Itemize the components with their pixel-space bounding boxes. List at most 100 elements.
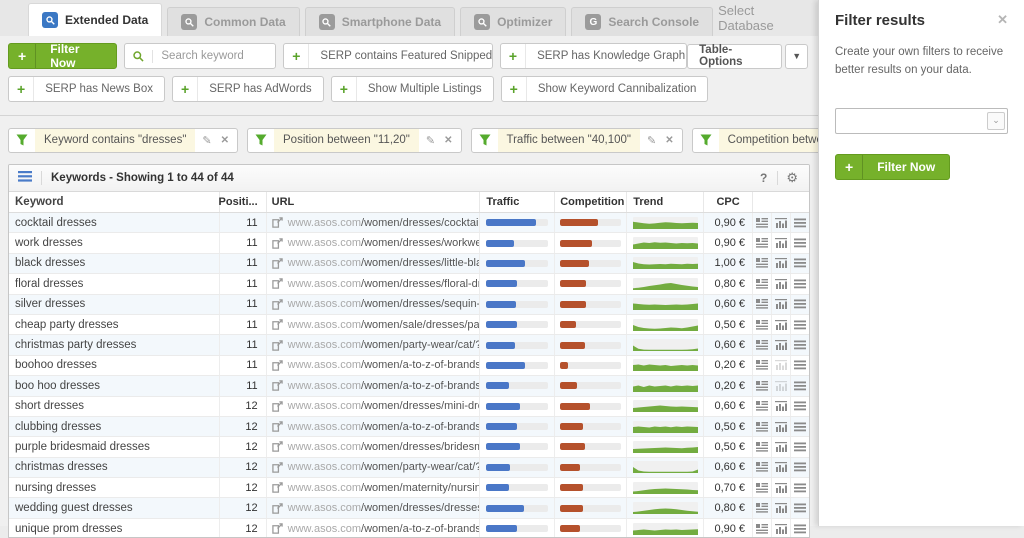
edit-filter-icon[interactable]: ✎	[419, 134, 442, 147]
table-row[interactable]: unique prom dresses 12 www.asos.com/wome…	[9, 518, 809, 537]
serp-preview-button[interactable]	[752, 294, 771, 314]
url-cell[interactable]: www.asos.com/women/a-to-z-of-brands/booh…	[265, 355, 479, 376]
history-chart-button[interactable]	[771, 478, 790, 498]
history-chart-button[interactable]	[771, 355, 790, 376]
show-multiple-listings-button[interactable]: + Show Multiple Listings	[330, 76, 494, 102]
history-chart-button[interactable]	[771, 233, 790, 253]
tab-extended-data[interactable]: Extended Data	[28, 3, 163, 36]
filter-chip[interactable]: Keyword contains "dresses" ✎ ✕	[8, 127, 239, 153]
url-cell[interactable]: www.asos.com/women/dresses/bridesmaid-dr…	[265, 437, 479, 457]
list-icon[interactable]	[18, 169, 32, 187]
row-menu-button[interactable]	[790, 437, 809, 457]
row-menu-button[interactable]	[790, 335, 809, 355]
table-row[interactable]: christmas party dresses 11 www.asos.com /…	[9, 335, 809, 356]
table-row[interactable]: floral dresses 11 www.asos.com/women/dre…	[9, 274, 809, 295]
row-menu-button[interactable]	[790, 518, 809, 537]
url-cell[interactable]: www.asos.com/women/party-wear/cat/?cid=1…	[265, 457, 479, 478]
serp-knowledge-graph-button[interactable]: + SERP has Knowledge Graph	[499, 43, 688, 69]
edit-filter-icon[interactable]: ✎	[195, 134, 218, 147]
url-cell[interactable]: www.asos.com/women/maternity/nursing/cat…	[265, 478, 479, 498]
url-cell[interactable]: www.asos.com/women/a-to-z-of-brands/booh…	[265, 376, 479, 396]
serp-preview-button[interactable]	[752, 457, 771, 478]
col-header-traffic[interactable]: Traffic	[479, 192, 554, 212]
tab-search-console[interactable]: G Search Console	[571, 7, 714, 36]
row-menu-button[interactable]	[790, 274, 809, 294]
edit-filter-icon[interactable]: ✎	[640, 134, 663, 147]
serp-featured-snippet-button[interactable]: + SERP contains Featured Snipped	[283, 43, 493, 69]
table-row[interactable]: nursing dresses 12 www.asos.com/women/ma…	[9, 478, 809, 499]
url-cell[interactable]: www.asos.com/women/dresses/mini-dresses/…	[265, 396, 479, 416]
table-row[interactable]: clubbing dresses 12 www.asos.com/women/a…	[9, 416, 809, 438]
row-menu-button[interactable]	[790, 416, 809, 437]
history-chart-button[interactable]	[771, 437, 790, 457]
sidebar-filter-now-button[interactable]: + Filter Now	[835, 153, 951, 180]
serp-preview-button[interactable]	[752, 396, 771, 416]
history-chart-button[interactable]	[771, 294, 790, 314]
table-row[interactable]: short dresses 12 www.asos.com/women/dres…	[9, 396, 809, 417]
filter-chip[interactable]: Position between "11,20" ✎ ✕	[247, 127, 462, 153]
history-chart-button[interactable]	[771, 335, 790, 355]
gear-icon[interactable]: ⚙	[784, 170, 800, 186]
close-icon[interactable]: ✕	[997, 12, 1008, 28]
filter-now-button[interactable]: + Filter Now	[8, 43, 118, 69]
row-menu-button[interactable]	[790, 355, 809, 376]
remove-filter-icon[interactable]: ✕	[442, 135, 460, 146]
col-header-position[interactable]: Positi...	[219, 192, 266, 212]
url-cell[interactable]: www.asos.com/women/a-to-z-of-brands/fore…	[265, 518, 479, 537]
history-chart-button[interactable]	[771, 518, 790, 537]
serp-news-box-button[interactable]: + SERP has News Box	[8, 76, 165, 102]
url-cell[interactable]: www.asos.com/women/party-wear/cat/?cid=1…	[265, 335, 479, 355]
col-header-cpc[interactable]: CPC	[703, 192, 752, 212]
history-chart-button[interactable]	[771, 498, 790, 518]
history-chart-button[interactable]	[771, 416, 790, 437]
history-chart-button[interactable]	[771, 376, 790, 396]
serp-preview-button[interactable]	[752, 416, 771, 437]
serp-preview-button[interactable]	[752, 498, 771, 518]
url-cell[interactable]: www.asos.com/women/a-to-z-of-brands/club…	[265, 416, 479, 437]
remove-filter-icon[interactable]: ✕	[663, 135, 681, 146]
url-cell[interactable]: www.asos.com/women/dresses/workwear-dre…	[265, 233, 479, 253]
url-cell[interactable]: www.asos.com/women/sale/dresses/party-dr…	[265, 314, 479, 335]
col-header-competition[interactable]: Competition	[554, 192, 626, 212]
serp-preview-button[interactable]	[752, 314, 771, 335]
help-icon[interactable]: ?	[756, 171, 771, 185]
history-chart-button[interactable]	[771, 396, 790, 416]
url-cell[interactable]: www.asos.com/women/dresses/sequin-dresse…	[265, 294, 479, 314]
tab-common-data[interactable]: Common Data	[167, 7, 300, 36]
row-menu-button[interactable]	[790, 294, 809, 314]
row-menu-button[interactable]	[790, 233, 809, 253]
history-chart-button[interactable]	[771, 213, 790, 233]
history-chart-button[interactable]	[771, 274, 790, 294]
row-menu-button[interactable]	[790, 314, 809, 335]
url-cell[interactable]: www.asos.com/women/dresses/dresses-for-w…	[265, 498, 479, 518]
row-menu-button[interactable]	[790, 253, 809, 274]
col-header-url[interactable]: URL	[265, 192, 480, 212]
table-row[interactable]: boo hoo dresses 11 www.asos.com/women/a-…	[9, 376, 809, 397]
serp-preview-button[interactable]	[752, 518, 771, 537]
serp-preview-button[interactable]	[752, 478, 771, 498]
select-database-label[interactable]: Select Database	[718, 3, 808, 33]
table-row[interactable]: boohoo dresses 11 www.asos.com/women/a-t…	[9, 355, 809, 377]
history-chart-button[interactable]	[771, 457, 790, 478]
serp-preview-button[interactable]	[752, 253, 771, 274]
table-options-button[interactable]: Table-Options	[687, 43, 783, 69]
serp-preview-button[interactable]	[752, 213, 771, 233]
table-row[interactable]: christmas dresses 12 www.asos.com/women/…	[9, 457, 809, 479]
table-row[interactable]: work dresses 11 www.asos.com/women/dress…	[9, 233, 809, 254]
url-cell[interactable]: www.asos.com/women/dresses/little-black-…	[265, 253, 479, 274]
table-options-caret-button[interactable]: ▼	[785, 43, 809, 69]
serp-preview-button[interactable]	[752, 274, 771, 294]
show-keyword-cannibalization-button[interactable]: + Show Keyword Cannibalization	[500, 76, 709, 102]
history-chart-button[interactable]	[771, 314, 790, 335]
url-cell[interactable]: www.asos.com/women/dresses/cocktail-dres…	[265, 213, 479, 233]
row-menu-button[interactable]	[790, 213, 809, 233]
serp-preview-button[interactable]	[752, 437, 771, 457]
row-menu-button[interactable]	[790, 498, 809, 518]
tab-optimizer[interactable]: Optimizer	[460, 7, 567, 36]
table-row[interactable]: wedding guest dresses 12 www.asos.com/wo…	[9, 498, 809, 519]
row-menu-button[interactable]	[790, 478, 809, 498]
tab-smartphone-data[interactable]: Smartphone Data	[304, 7, 456, 36]
table-row[interactable]: black dresses 11 www.asos.com/women/dres…	[9, 253, 809, 275]
url-cell[interactable]: www.asos.com/women/dresses/floral-dresse…	[265, 274, 479, 294]
table-row[interactable]: silver dresses 11 www.asos.com/women/dre…	[9, 294, 809, 315]
